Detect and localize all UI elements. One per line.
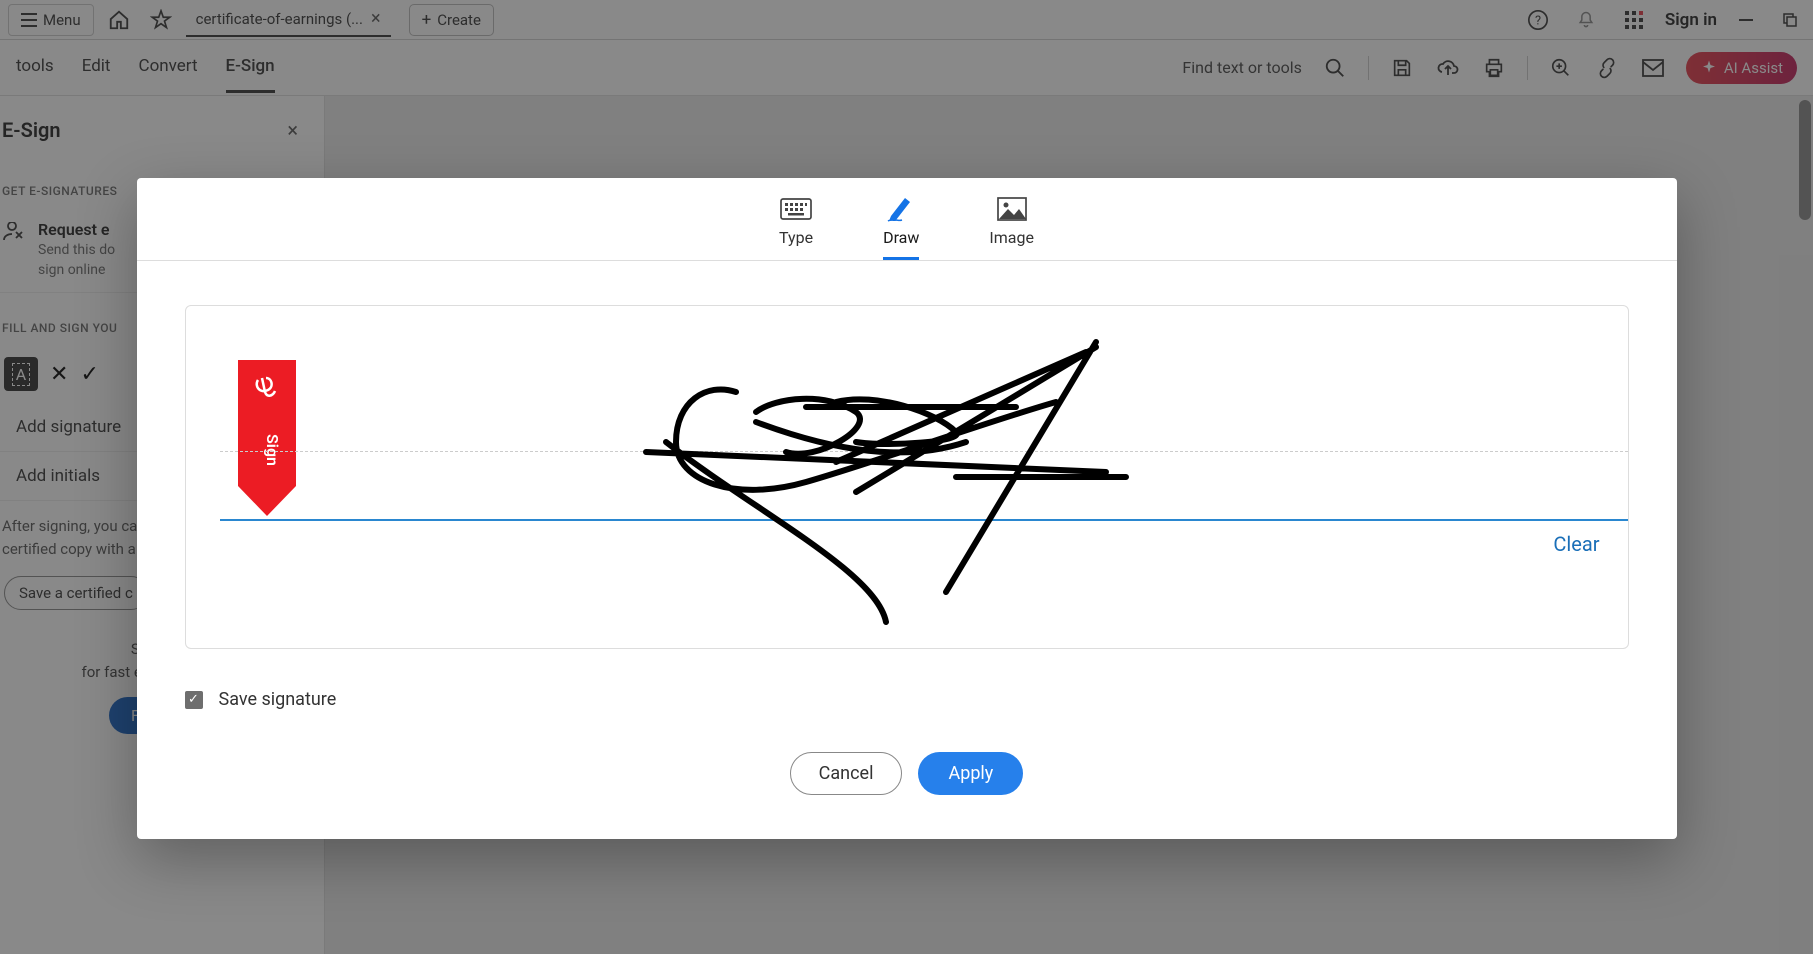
save-signature-row: ✓ Save signature — [137, 673, 1677, 720]
modal-actions: Cancel Apply — [137, 720, 1677, 839]
modal-tab-image[interactable]: Image — [989, 196, 1034, 260]
keyboard-icon — [780, 198, 812, 220]
modal-tab-draw[interactable]: Draw — [883, 196, 919, 260]
modal-tab-draw-label: Draw — [883, 228, 919, 247]
modal-tab-type-label: Type — [779, 228, 813, 247]
signature-drawing — [506, 312, 1206, 652]
sign-flag: Sign — [238, 360, 296, 516]
cancel-button[interactable]: Cancel — [790, 752, 903, 795]
signature-modal: Type Draw Image Sign — [137, 178, 1677, 839]
save-signature-checkbox[interactable]: ✓ — [185, 691, 203, 709]
modal-tab-image-label: Image — [989, 228, 1034, 247]
clear-button[interactable]: Clear — [1553, 532, 1599, 556]
signature-draw-area[interactable]: Sign Clear — [185, 305, 1629, 649]
save-signature-label[interactable]: Save signature — [219, 689, 337, 710]
pen-icon — [885, 196, 917, 222]
modal-tab-type[interactable]: Type — [779, 196, 813, 260]
modal-tabs: Type Draw Image — [137, 178, 1677, 261]
image-icon — [997, 197, 1027, 221]
apply-button[interactable]: Apply — [918, 752, 1023, 795]
modal-overlay: Type Draw Image Sign — [0, 0, 1813, 954]
draw-area-wrap: Sign Clear — [137, 261, 1677, 673]
